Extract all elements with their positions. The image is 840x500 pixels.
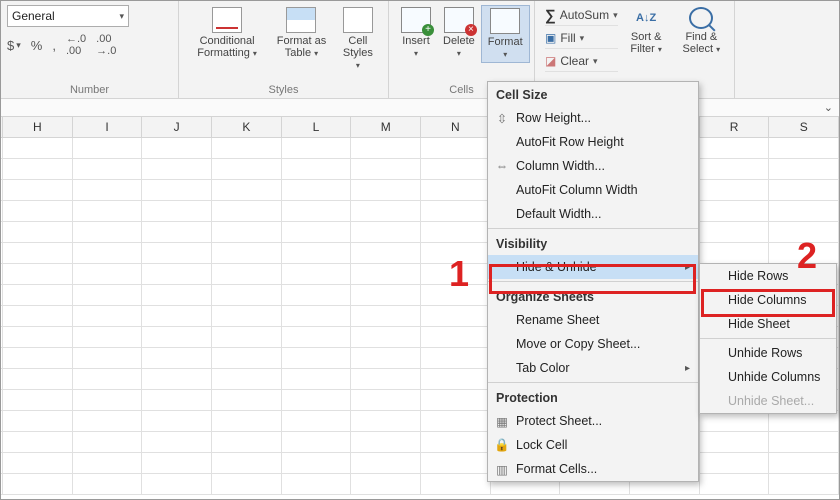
grid-row[interactable] — [1, 453, 839, 474]
menu-section-visibility: Visibility — [488, 231, 698, 255]
sort-filter-button[interactable]: A↓Z Sort & Filter ▾ — [622, 5, 671, 72]
number-format-value: General — [12, 9, 55, 23]
chevron-down-icon: ▾ — [119, 11, 124, 22]
format-dropdown-menu: Cell Size ⇳Row Height... AutoFit Row Hei… — [487, 81, 699, 482]
menu-section-cell-size: Cell Size — [488, 82, 698, 106]
group-label-styles: Styles — [185, 83, 382, 97]
col-header[interactable]: M — [351, 117, 421, 137]
percent-button[interactable]: % — [31, 33, 43, 57]
col-header[interactable]: I — [73, 117, 143, 137]
eraser-icon: ◪ — [545, 54, 556, 68]
col-header[interactable]: S — [769, 117, 839, 137]
grid-row[interactable] — [1, 180, 839, 201]
submenu-unhide-sheet: Unhide Sheet... — [700, 389, 836, 413]
grid-row[interactable] — [1, 138, 839, 159]
format-cells-icon — [490, 8, 520, 34]
insert-button[interactable]: Insert▾ — [395, 5, 437, 63]
cell-styles-icon — [343, 7, 373, 33]
lock-icon: 🔒 — [494, 437, 510, 453]
submenu-unhide-rows[interactable]: Unhide Rows — [700, 341, 836, 365]
menu-section-protection: Protection — [488, 385, 698, 409]
menu-hide-unhide[interactable]: Hide & Unhide▸ — [488, 255, 698, 279]
menu-protect-sheet[interactable]: ▦Protect Sheet... — [488, 409, 698, 433]
insert-cells-icon — [401, 7, 431, 33]
column-width-icon: ⇔ — [494, 158, 510, 174]
conditional-formatting-button[interactable]: Conditional Formatting ▾ — [185, 5, 269, 73]
menu-column-width[interactable]: ⇔Column Width... — [488, 154, 698, 178]
autosum-button[interactable]: ∑ AutoSum ▾ — [545, 5, 618, 26]
col-header[interactable]: J — [142, 117, 212, 137]
group-number: General ▾ $ ▾ % , ←.0.00 .00→.0 Number — [1, 1, 179, 98]
find-select-button[interactable]: Find & Select ▾ — [675, 5, 728, 72]
grid-row[interactable] — [1, 411, 839, 432]
protect-sheet-icon: ▦ — [494, 413, 510, 429]
grid-row[interactable] — [1, 159, 839, 180]
format-as-table-button[interactable]: Format as Table ▾ — [269, 5, 334, 73]
delete-cells-icon — [444, 7, 474, 33]
menu-autofit-col[interactable]: AutoFit Column Width — [488, 178, 698, 202]
increase-decimal-button[interactable]: ←.0.00 — [66, 33, 86, 57]
fill-down-icon: ▣ — [545, 31, 556, 45]
delete-button[interactable]: Delete▾ — [437, 5, 481, 63]
format-as-table-icon — [286, 7, 316, 33]
submenu-arrow-icon: ▸ — [685, 262, 690, 273]
chevron-down-icon: ⌄ — [824, 101, 833, 114]
cell-styles-button[interactable]: Cell Styles ▾ — [334, 5, 382, 73]
submenu-hide-columns[interactable]: Hide Columns — [700, 288, 836, 312]
number-format-combo[interactable]: General ▾ — [7, 5, 129, 27]
menu-rename-sheet[interactable]: Rename Sheet — [488, 308, 698, 332]
clear-button[interactable]: ◪ Clear ▾ — [545, 51, 618, 72]
sort-icon: A↓Z — [634, 7, 658, 29]
sigma-icon: ∑ — [545, 7, 556, 24]
submenu-arrow-icon: ▸ — [685, 363, 690, 374]
col-header[interactable]: R — [700, 117, 770, 137]
grid-row[interactable] — [1, 201, 839, 222]
column-headers: H I J K L M N R S — [1, 117, 839, 138]
annotation-number-1: 1 — [449, 253, 469, 295]
magnifier-icon — [689, 7, 713, 29]
menu-row-height[interactable]: ⇳Row Height... — [488, 106, 698, 130]
format-button[interactable]: Format▾ — [481, 5, 530, 63]
col-header[interactable]: H — [3, 117, 73, 137]
decrease-decimal-button[interactable]: .00→.0 — [96, 33, 116, 57]
col-header[interactable]: N — [421, 117, 491, 137]
col-header[interactable]: L — [282, 117, 352, 137]
format-cells-dialog-icon: ▥ — [494, 461, 510, 477]
grid-row[interactable] — [1, 222, 839, 243]
chevron-down-icon: ▾ — [16, 40, 21, 51]
currency-button[interactable]: $ ▾ — [7, 33, 21, 57]
annotation-number-2: 2 — [797, 235, 817, 277]
hide-unhide-submenu: Hide Rows Hide Columns Hide Sheet Unhide… — [699, 263, 837, 414]
menu-lock-cell[interactable]: 🔒Lock Cell — [488, 433, 698, 457]
ribbon: General ▾ $ ▾ % , ←.0.00 .00→.0 Number C… — [1, 1, 839, 99]
menu-tab-color[interactable]: Tab Color▸ — [488, 356, 698, 380]
menu-section-organize: Organize Sheets — [488, 284, 698, 308]
grid-row[interactable] — [1, 243, 839, 264]
group-label-number: Number — [7, 83, 172, 97]
menu-autofit-row[interactable]: AutoFit Row Height — [488, 130, 698, 154]
menu-default-width[interactable]: Default Width... — [488, 202, 698, 226]
formula-bar-collapse[interactable]: ⌄ — [1, 99, 839, 117]
row-height-icon: ⇳ — [494, 110, 510, 126]
conditional-formatting-icon — [212, 7, 242, 33]
menu-format-cells[interactable]: ▥Format Cells... — [488, 457, 698, 481]
col-header[interactable]: K — [212, 117, 282, 137]
comma-button[interactable]: , — [52, 33, 56, 57]
menu-move-copy-sheet[interactable]: Move or Copy Sheet... — [488, 332, 698, 356]
fill-button[interactable]: ▣ Fill ▾ — [545, 28, 618, 49]
number-mini-buttons: $ ▾ % , ←.0.00 .00→.0 — [7, 33, 172, 57]
submenu-hide-sheet[interactable]: Hide Sheet — [700, 312, 836, 336]
grid-row[interactable] — [1, 474, 839, 495]
grid-row[interactable] — [1, 432, 839, 453]
group-styles: Conditional Formatting ▾ Format as Table… — [179, 1, 389, 98]
submenu-unhide-columns[interactable]: Unhide Columns — [700, 365, 836, 389]
